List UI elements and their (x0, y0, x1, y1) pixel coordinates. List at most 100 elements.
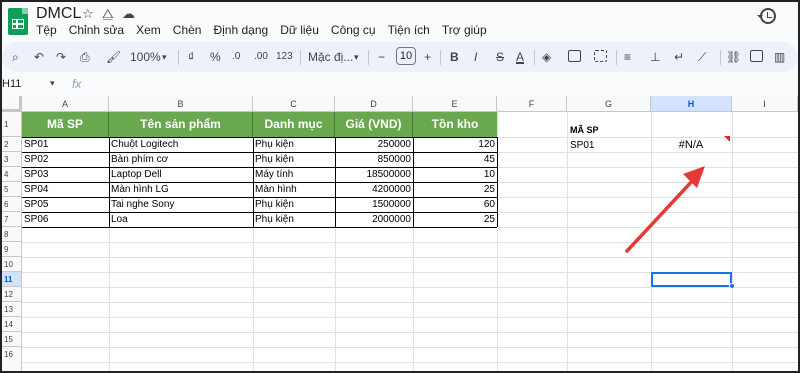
table-cell[interactable]: 25 (413, 212, 497, 227)
table-cell[interactable]: Tai nghe Sony (109, 197, 253, 212)
lookup-result-cell[interactable]: #N/A (652, 138, 730, 153)
table-cell[interactable]: Chuột Logitech (109, 137, 253, 152)
column-header-h[interactable]: H (651, 96, 732, 112)
table-cell[interactable]: SP01 (22, 137, 109, 152)
row-header-13[interactable]: 13 (2, 302, 22, 317)
document-title[interactable]: DMCL (36, 5, 81, 23)
table-cell[interactable]: 250000 (335, 137, 413, 152)
table-cell[interactable]: 18500000 (335, 167, 413, 182)
horizontal-align-icon[interactable]: ≡ (624, 49, 631, 65)
italic-button[interactable]: I (474, 49, 477, 65)
search-menus-icon[interactable]: ⌕ (12, 49, 19, 65)
table-cell[interactable]: 45 (413, 152, 497, 167)
table-cell[interactable]: Phụ kiện (253, 137, 335, 152)
row-header-9[interactable]: 9 (2, 242, 22, 257)
fill-handle[interactable] (729, 283, 735, 289)
menu-extensions[interactable]: Tiện ích (388, 23, 430, 37)
table-cell[interactable]: SP06 (22, 212, 109, 227)
borders-icon[interactable] (568, 50, 581, 62)
fill-color-icon[interactable]: ◈ (542, 49, 551, 65)
text-color-button[interactable]: A (516, 49, 524, 65)
menu-help[interactable]: Trợ giúp (442, 23, 487, 37)
redo-icon[interactable]: ↷ (56, 49, 66, 65)
table-cell[interactable]: Loa (109, 212, 253, 227)
table-cell[interactable]: Phụ kiện (253, 197, 335, 212)
select-all-corner[interactable] (2, 96, 22, 112)
table-cell[interactable]: 120 (413, 137, 497, 152)
merge-cells-icon[interactable] (594, 50, 607, 62)
table-cell[interactable]: 850000 (335, 152, 413, 167)
version-history-icon[interactable] (757, 8, 776, 24)
column-header-g[interactable]: G (567, 96, 651, 112)
table-cell[interactable]: 10 (413, 167, 497, 182)
table-cell[interactable]: SP02 (22, 152, 109, 167)
row-header-16[interactable]: 16 (2, 347, 22, 371)
column-header-a[interactable]: A (22, 96, 109, 112)
increase-decimal-button[interactable]: .00 (254, 49, 268, 65)
insert-link-icon[interactable]: ⛓ (726, 49, 741, 65)
move-folder-icon[interactable]: ⧋ (102, 6, 114, 22)
star-icon[interactable]: ☆ (82, 6, 94, 22)
insert-chart-icon[interactable]: ▥ (774, 49, 785, 65)
table-cell[interactable]: SP05 (22, 197, 109, 212)
text-wrap-icon[interactable]: ↵ (674, 49, 684, 65)
table-header-product-id[interactable]: Mã SP (22, 112, 109, 137)
menu-format[interactable]: Định dạng (213, 23, 268, 37)
row-header-12[interactable]: 12 (2, 287, 22, 302)
decrease-decimal-button[interactable]: .0 (232, 49, 240, 65)
lookup-input-cell[interactable]: SP01 (568, 138, 650, 153)
row-header-14[interactable]: 14 (2, 317, 22, 332)
table-cell[interactable]: Máy tính (253, 167, 335, 182)
column-header-e[interactable]: E (413, 96, 497, 112)
row-header-1[interactable]: 1 (2, 112, 22, 137)
table-cell[interactable]: 60 (413, 197, 497, 212)
insert-comment-icon[interactable] (750, 50, 763, 62)
row-header-2[interactable]: 2 (2, 137, 22, 152)
table-cell[interactable]: Bàn phím cơ (109, 152, 253, 167)
row-header-11[interactable]: 11 (2, 272, 22, 287)
text-rotation-icon[interactable]: ⟋ (698, 49, 706, 65)
column-header-i[interactable]: I (732, 96, 798, 112)
column-header-c[interactable]: C (253, 96, 335, 112)
name-box[interactable]: H11 (2, 78, 21, 90)
row-header-8[interactable]: 8 (2, 227, 22, 242)
zoom-select[interactable]: 100% (130, 49, 161, 65)
print-icon[interactable]: ⎙ (80, 49, 90, 65)
bold-button[interactable]: B (450, 49, 459, 65)
currency-format-button[interactable]: ₫ (188, 49, 194, 65)
menu-edit[interactable]: Chỉnh sửa (69, 23, 124, 37)
strikethrough-button[interactable]: S (496, 49, 504, 65)
table-cell[interactable]: Laptop Dell (109, 167, 253, 182)
decrease-font-size-button[interactable]: − (378, 49, 385, 65)
row-header-4[interactable]: 4 (2, 167, 22, 182)
sheet-grid[interactable]: A B C D E F G H I 1 2 3 4 5 6 7 8 9 10 1… (2, 96, 798, 371)
column-header-f[interactable]: F (497, 96, 567, 112)
table-cell[interactable]: 2000000 (335, 212, 413, 227)
table-cell[interactable]: SP04 (22, 182, 109, 197)
column-header-d[interactable]: D (335, 96, 413, 112)
lookup-label[interactable]: MÃ SP (568, 123, 650, 138)
table-cell[interactable]: Màn hình (253, 182, 335, 197)
menu-view[interactable]: Xem (136, 23, 161, 37)
vertical-align-icon[interactable]: ⊥ (650, 49, 660, 65)
error-indicator-icon[interactable] (724, 136, 730, 142)
row-header-3[interactable]: 3 (2, 152, 22, 167)
column-header-b[interactable]: B (109, 96, 253, 112)
row-header-10[interactable]: 10 (2, 257, 22, 272)
font-chevron-down-icon[interactable]: ▾ (354, 49, 359, 65)
table-cell[interactable]: SP03 (22, 167, 109, 182)
increase-font-size-button[interactable]: + (424, 49, 431, 65)
menu-insert[interactable]: Chèn (173, 23, 202, 37)
number-format-button[interactable]: 123 (276, 49, 293, 65)
table-cell[interactable]: 1500000 (335, 197, 413, 212)
name-box-chevron-down-icon[interactable]: ▾ (50, 78, 55, 89)
table-cell[interactable]: Phụ kiện (253, 212, 335, 227)
row-header-5[interactable]: 5 (2, 182, 22, 197)
table-cell[interactable]: Màn hình LG (109, 182, 253, 197)
font-size-input[interactable]: 10 (396, 47, 416, 65)
font-select[interactable]: Mặc đị... (308, 49, 353, 65)
table-header-category[interactable]: Danh mục (253, 112, 335, 137)
row-header-7[interactable]: 7 (2, 212, 22, 227)
table-header-stock[interactable]: Tồn kho (413, 112, 497, 137)
menu-data[interactable]: Dữ liệu (280, 23, 319, 37)
